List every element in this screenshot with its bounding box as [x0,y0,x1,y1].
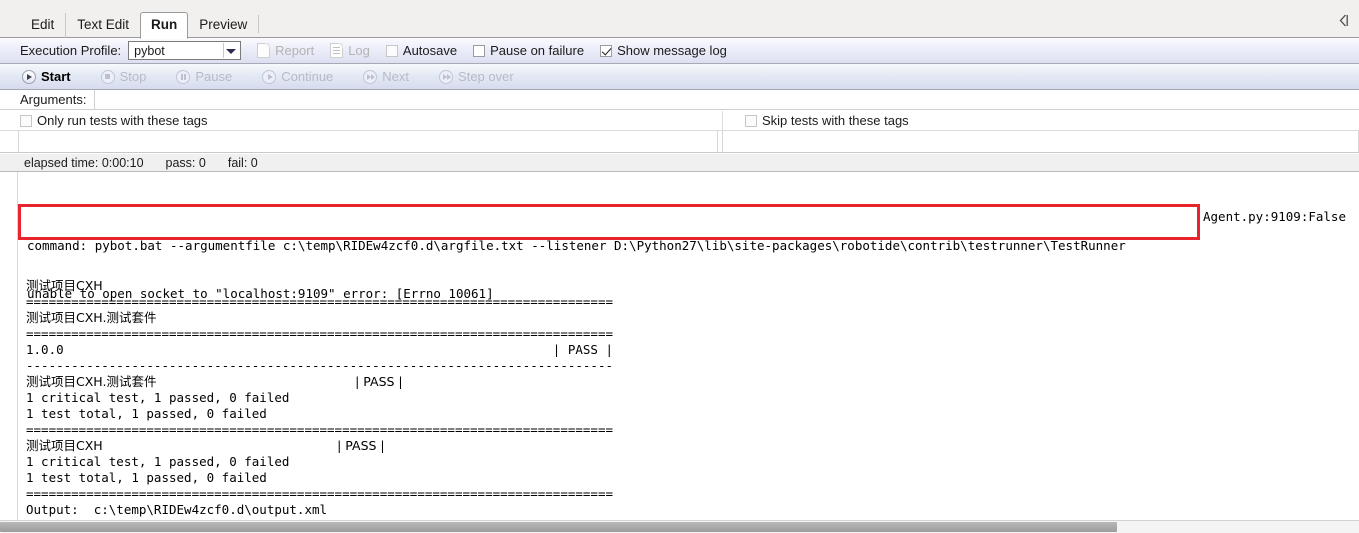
combo-separator [223,43,225,58]
play-icon [262,69,277,84]
console-output[interactable]: command: pybot.bat --argumentfile c:\tem… [18,172,1359,520]
console-line: 测试项目CXH.测试套件 | PASS | [26,374,403,389]
start-button[interactable]: Start [22,69,71,84]
console-line: ========================================… [26,486,613,501]
report-button[interactable]: Report [257,43,314,58]
autosave-checkbox[interactable]: Autosave [385,43,458,58]
console-line: 1 critical test, 1 passed, 0 failed [26,454,290,469]
arguments-label: Arguments: [20,92,87,107]
console-line: ========================================… [26,422,613,437]
command-line-overflow-text: Agent.py:9109:False [1203,209,1346,224]
socket-error-text: unable to open socket to "localhost:9109… [27,286,494,301]
execution-profile-select[interactable]: pybot [128,41,242,60]
run-control-label: Next [382,69,410,84]
step-over-button[interactable]: Step over [439,69,514,84]
continue-button[interactable]: Continue [262,69,333,84]
exclude-tags-checkbox[interactable]: Skip tests with these tags [723,111,1359,130]
pause-on-failure-label: Pause on failure [490,43,585,58]
scrollbar-thumb[interactable] [0,522,1117,532]
pass-count-text: pass: 0 [165,155,206,170]
show-message-log-label: Show message log [617,43,727,58]
autosave-label: Autosave [402,43,458,58]
elapsed-time-text: elapsed time: 0:00:10 [24,155,144,170]
console-line: ----------------------------------------… [26,358,613,373]
run-status-bar: elapsed time: 0:00:10 pass: 0 fail: 0 [0,154,1359,172]
console-line: Output: c:\temp\RIDEw4zcf0.d\output.xml [26,502,328,517]
error-message-box: command: pybot.bat --argumentfile c:\tem… [18,204,1346,301]
tab-edit[interactable]: Edit [20,13,65,38]
pause-on-failure-checkbox[interactable]: Pause on failure [473,43,584,58]
report-icon [257,43,271,58]
run-control-label: Stop [119,69,147,84]
next-button[interactable]: Next [363,69,409,84]
play-icon [22,69,36,84]
collapse-left-icon[interactable] [1333,10,1353,30]
run-control-label: Start [41,69,71,84]
console-line: 1 test total, 1 passed, 0 failed [26,470,267,485]
step-over-icon [439,69,454,84]
console-gutter [0,172,18,520]
execution-profile-toolbar: Execution Profile: pybot Report Log Auto… [0,38,1359,64]
next-icon [363,69,378,84]
run-control-label: Continue [281,69,334,84]
run-tab-panel: Edit Text Edit Run Preview Execution Profil… [0,0,1359,533]
pause-icon [176,69,191,84]
checkbox-box [385,44,398,57]
log-button[interactable]: Log [330,43,370,58]
include-tags-checkbox[interactable]: Only run tests with these tags [0,111,723,130]
console-line: 1 critical test, 1 passed, 0 failed [26,390,290,405]
checkbox-box [20,114,32,127]
tab-text-edit[interactable]: Text Edit [65,13,140,38]
execution-profile-value: pybot [134,43,165,58]
run-control-label: Pause [195,69,233,84]
log-label: Log [348,43,370,58]
stop-button[interactable]: Stop [100,69,147,84]
tab-list: Edit Text Edit Run Preview [20,0,1359,39]
log-icon [330,43,344,58]
execution-profile-label: Execution Profile: [20,43,122,58]
run-control-label: Step over [458,69,514,84]
run-controls-toolbar: Start Stop Pause Continue Next Step over [0,64,1359,90]
command-line-text: command: pybot.bat --argumentfile c:\tem… [27,238,1126,253]
exclude-tags-label: Skip tests with these tags [762,113,909,128]
arguments-row: Arguments: [0,90,1359,110]
checkbox-box [473,44,486,57]
pause-button[interactable]: Pause [176,69,232,84]
show-message-log-checkbox[interactable]: Show message log [600,43,727,58]
horizontal-scrollbar[interactable] [0,520,1359,533]
tag-filters-inputs [0,131,1359,153]
console-line: 测试项目CXH | PASS | [26,438,385,453]
include-tags-input[interactable] [18,131,718,152]
stop-icon [100,69,115,84]
tabstrip-end-divider [258,15,260,33]
tag-filters-header: Only run tests with these tags Skip test… [0,111,1359,131]
fail-count-text: fail: 0 [227,155,258,170]
editor-tabstrip: Edit Text Edit Run Preview [0,0,1359,39]
exclude-tags-input[interactable] [722,131,1359,152]
checkbox-box [745,114,757,127]
arguments-input[interactable] [94,90,1359,109]
checkbox-box [600,44,613,57]
include-tags-label: Only run tests with these tags [37,113,208,128]
tab-preview[interactable]: Preview [188,13,258,38]
chevron-down-icon [226,48,237,54]
report-label: Report [275,43,315,58]
console-line: 1 test total, 1 passed, 0 failed [26,406,267,421]
tab-run[interactable]: Run [140,12,189,39]
